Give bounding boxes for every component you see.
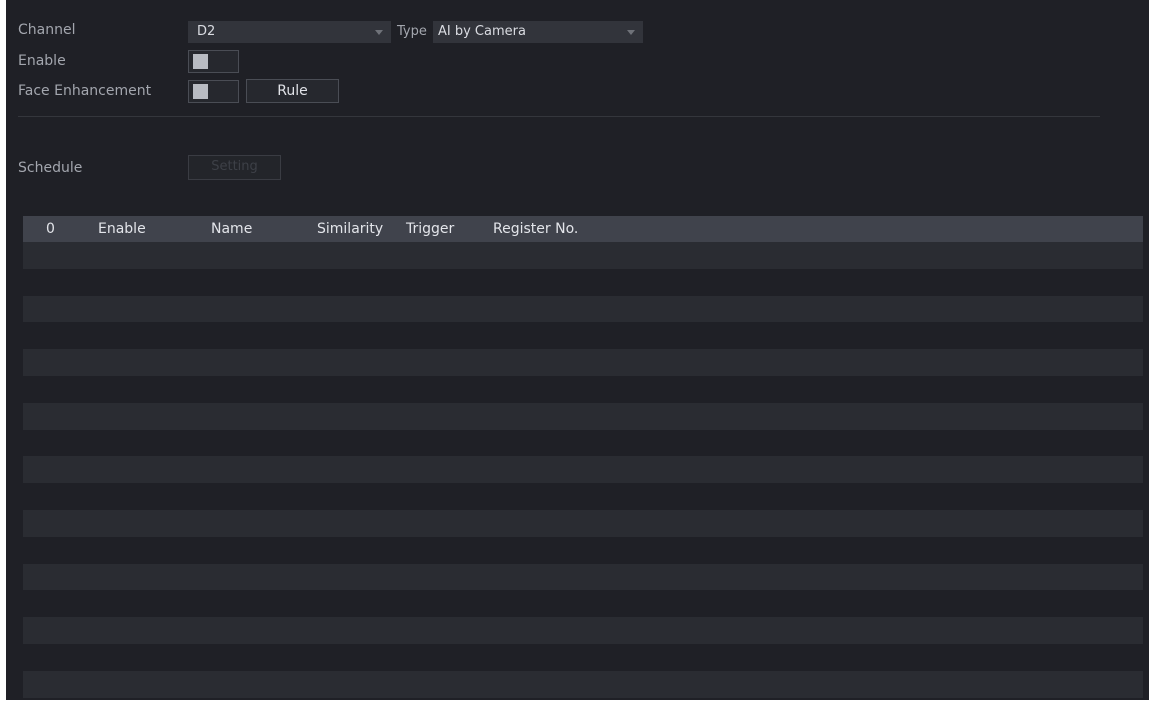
table-row <box>23 590 1143 618</box>
table-row <box>23 670 1143 698</box>
table-row <box>23 617 1143 644</box>
type-label: Type <box>397 24 427 39</box>
setting-button[interactable]: Setting <box>188 155 281 180</box>
type-value: AI by Camera <box>438 24 526 39</box>
table-row <box>23 536 1143 564</box>
enable-toggle[interactable] <box>188 50 239 73</box>
face-enhancement-toggle[interactable] <box>188 80 239 103</box>
column-header-name[interactable]: Name <box>211 216 252 242</box>
toggle-knob <box>193 84 208 99</box>
table-row <box>23 322 1143 350</box>
table-row <box>23 268 1143 296</box>
face-database-table: 0 Enable Name Similarity Trigger Registe… <box>23 216 1143 698</box>
table-row <box>23 429 1143 457</box>
column-header-enable[interactable]: Enable <box>98 216 146 242</box>
column-header-trigger[interactable]: Trigger <box>406 216 454 242</box>
channel-value: D2 <box>197 24 216 39</box>
table-header: 0 Enable Name Similarity Trigger Registe… <box>23 216 1143 242</box>
column-header-similarity[interactable]: Similarity <box>317 216 383 242</box>
rule-button[interactable]: Rule <box>246 79 339 103</box>
table-row <box>23 402 1143 430</box>
table-row <box>23 375 1143 403</box>
chevron-down-icon <box>627 30 635 35</box>
table-row <box>23 456 1143 484</box>
table-body <box>23 242 1143 698</box>
table-row <box>23 563 1143 591</box>
enable-label: Enable <box>18 53 66 69</box>
column-header-index[interactable]: 0 <box>46 216 55 242</box>
divider <box>18 116 1100 117</box>
channel-label: Channel <box>18 22 76 38</box>
table-row <box>23 509 1143 537</box>
channel-select[interactable]: D2 <box>188 21 391 43</box>
table-row <box>23 295 1143 323</box>
face-detection-panel: Channel D2 Type AI by Camera Enable Face… <box>6 0 1149 700</box>
schedule-label: Schedule <box>18 160 83 176</box>
face-enhancement-label: Face Enhancement <box>18 83 152 99</box>
table-row <box>23 242 1143 269</box>
type-select[interactable]: AI by Camera <box>433 21 643 43</box>
column-header-register-no[interactable]: Register No. <box>493 216 578 242</box>
table-row <box>23 483 1143 510</box>
chevron-down-icon <box>375 30 383 35</box>
table-row <box>23 643 1143 671</box>
table-row <box>23 349 1143 376</box>
toggle-knob <box>193 54 208 69</box>
